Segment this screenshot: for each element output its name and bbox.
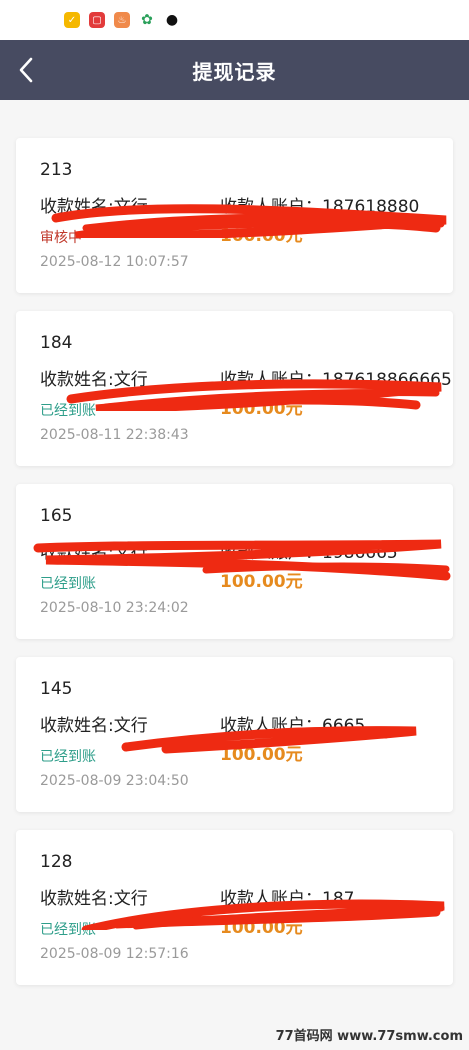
record-timestamp: 2025-08-10 23:24:02: [40, 600, 189, 616]
withdraw-amount: 100.00元: [220, 226, 303, 246]
payee-account: 收款人账户：187618880: [220, 197, 420, 217]
payee-name: 收款姓名:文行: [40, 197, 148, 217]
withdraw-amount: 100.00元: [220, 399, 303, 419]
app-orange-icon: ♨: [114, 12, 130, 28]
chevron-left-icon: [19, 57, 33, 83]
withdraw-amount: 100.00元: [220, 745, 303, 765]
back-button[interactable]: [6, 50, 46, 90]
withdrawal-record-card[interactable]: 184 收款姓名:文行 收款人账户：187618866665 已经到账 100.…: [16, 311, 453, 466]
payee-name: 收款姓名:文行: [40, 370, 148, 390]
status-badge: 已经到账: [40, 922, 96, 938]
record-timestamp: 2025-08-09 12:57:16: [40, 946, 189, 962]
record-id: 213: [40, 160, 73, 180]
withdrawal-record-card[interactable]: 213 收款姓名:文行 收款人账户：187618880 审核中 100.00元 …: [16, 138, 453, 293]
record-timestamp: 2025-08-12 10:07:57: [40, 254, 189, 270]
record-id: 145: [40, 679, 73, 699]
qq-penguin-icon: ●: [165, 12, 179, 28]
payee-account: 收款人账户：1986665: [220, 543, 398, 563]
record-id: 128: [40, 852, 73, 872]
page-title: 提现记录: [192, 59, 277, 84]
status-badge: 审核中: [40, 230, 82, 246]
site-watermark: 77首码网 www.77smw.com: [275, 1029, 463, 1044]
status-badge: 已经到账: [40, 576, 96, 592]
record-timestamp: 2025-08-11 22:38:43: [40, 427, 189, 443]
withdrawal-record-list: 213 收款姓名:文行 收款人账户：187618880 审核中 100.00元 …: [16, 138, 453, 1003]
payee-name: 收款姓名:文行: [40, 716, 148, 736]
record-id: 184: [40, 333, 73, 353]
withdrawal-record-card[interactable]: 128 收款姓名:文行 收款人账户：187 已经到账 100.00元 2025-…: [16, 830, 453, 985]
payee-account: 收款人账户：187: [220, 889, 355, 909]
record-id: 165: [40, 506, 73, 526]
app-red-icon: ▢: [89, 12, 105, 28]
top-nav-bar: 提现记录: [0, 40, 469, 100]
withdrawal-record-card[interactable]: 145 收款姓名:文行 收款人账户：6665 已经到账 100.00元 2025…: [16, 657, 453, 812]
app-yellow-icon: ✓: [64, 12, 80, 28]
status-badge: 已经到账: [40, 749, 96, 765]
withdraw-amount: 100.00元: [220, 918, 303, 938]
payee-account: 收款人账户：6665: [220, 716, 366, 736]
withdraw-amount: 100.00元: [220, 572, 303, 592]
status-bar: ✓ ▢ ♨ ✿ ●: [0, 0, 469, 40]
status-badge: 已经到账: [40, 403, 96, 419]
payee-account: 收款人账户：187618866665: [220, 370, 452, 390]
app-green-icon: ✿: [141, 12, 153, 28]
record-timestamp: 2025-08-09 23:04:50: [40, 773, 189, 789]
payee-name: 收款姓名:文行: [40, 889, 148, 909]
withdrawal-record-card[interactable]: 165 收款姓名:文行 收款人账户：1986665 已经到账 100.00元 2…: [16, 484, 453, 639]
payee-name: 收款姓名:文行: [40, 543, 148, 563]
